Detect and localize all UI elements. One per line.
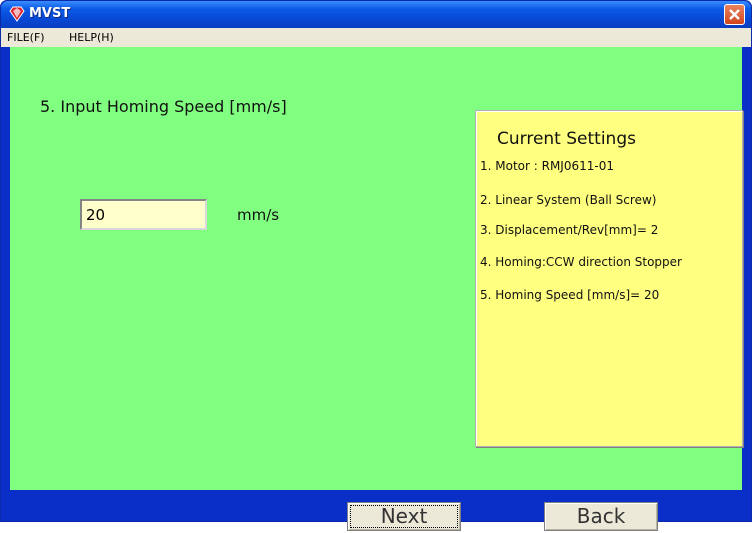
- current-settings-panel: Current Settings 1. Motor : RMJ0611-01 2…: [475, 110, 743, 447]
- setting-linear-system: 2. Linear System (Ball Screw): [480, 193, 657, 207]
- close-button[interactable]: [724, 4, 745, 25]
- setting-displacement: 3. Displacement/Rev[mm]= 2: [480, 223, 659, 237]
- window-title: MVST: [29, 6, 71, 21]
- unit-label: mm/s: [237, 206, 280, 224]
- back-button[interactable]: Back: [544, 502, 658, 531]
- homing-speed-input[interactable]: [80, 199, 207, 230]
- setting-motor: 1. Motor : RMJ0611-01: [480, 159, 614, 173]
- setting-homing-speed: 5. Homing Speed [mm/s]= 20: [480, 288, 660, 302]
- settings-title: Current Settings: [497, 129, 636, 149]
- menu-bar: FILE(F) HELP(H): [1, 28, 751, 47]
- menu-file[interactable]: FILE(F): [7, 31, 45, 44]
- gem-icon: [9, 6, 25, 22]
- next-button[interactable]: Next: [347, 502, 461, 531]
- title-bar[interactable]: MVST: [1, 1, 751, 28]
- close-icon: [729, 9, 740, 20]
- page-heading: 5. Input Homing Speed [mm/s]: [40, 97, 287, 116]
- setting-homing-direction: 4. Homing:CCW direction Stopper: [480, 255, 682, 269]
- menu-help[interactable]: HELP(H): [69, 31, 114, 44]
